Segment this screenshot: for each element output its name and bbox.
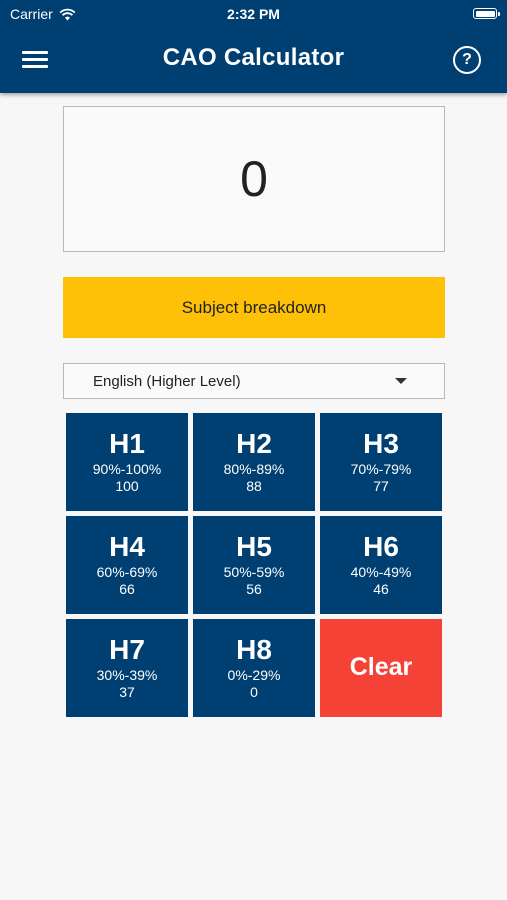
battery-icon [473, 8, 500, 19]
score-display: 0 [63, 106, 445, 252]
subject-breakdown-label: Subject breakdown [181, 297, 327, 317]
grade-points: 0 [250, 684, 258, 700]
score-value: 0 [240, 151, 268, 207]
subject-breakdown-button[interactable]: Subject breakdown [63, 277, 445, 338]
clear-button[interactable]: Clear [320, 619, 442, 717]
grade-button-h8[interactable]: H8 0%-29% 0 [193, 619, 315, 717]
grade-label: H4 [109, 531, 145, 562]
grade-range: 60%-69% [96, 564, 158, 580]
clear-label: Clear [349, 653, 413, 681]
page-title: CAO Calculator [162, 44, 345, 71]
status-time: 2:32 PM [227, 6, 280, 22]
grade-range: 80%-89% [223, 461, 285, 477]
grade-label: H5 [236, 531, 272, 562]
grade-range: 70%-79% [350, 461, 412, 477]
subject-dropdown[interactable]: English (Higher Level) [63, 363, 445, 399]
grade-label: H7 [109, 634, 145, 665]
grade-button-h4[interactable]: H4 60%-69% 66 [66, 516, 188, 614]
grade-button-h2[interactable]: H2 80%-89% 88 [193, 413, 315, 511]
grade-range: 30%-39% [96, 667, 158, 683]
grade-range: 90%-100% [92, 461, 162, 477]
grade-label: H1 [109, 428, 145, 459]
grade-points: 46 [373, 581, 389, 597]
help-button[interactable]: ? [453, 46, 481, 74]
help-circle-icon: ? [462, 51, 472, 68]
app-bar: Carrier 2:32 PM CAO Calculator ? [0, 0, 507, 93]
grade-points: 88 [246, 478, 262, 494]
grade-points: 100 [115, 478, 139, 494]
grade-range: 0%-29% [227, 667, 281, 683]
grade-points: 37 [119, 684, 135, 700]
status-bar: Carrier 2:32 PM [0, 0, 507, 28]
grade-button-h3[interactable]: H3 70%-79% 77 [320, 413, 442, 511]
grade-label: H3 [363, 428, 399, 459]
grade-grid: H1 90%-100% 100 H2 80%-89% 88 H3 70%-79%… [66, 413, 442, 717]
grade-points: 56 [246, 581, 262, 597]
grade-label: H6 [363, 531, 399, 562]
grade-points: 66 [119, 581, 135, 597]
grade-button-h7[interactable]: H7 30%-39% 37 [66, 619, 188, 717]
grade-label: H8 [236, 634, 272, 665]
subject-dropdown-value: English (Higher Level) [93, 373, 241, 390]
dropdown-caret-icon [395, 378, 407, 384]
grade-range: 40%-49% [350, 564, 412, 580]
grade-label: H2 [236, 428, 272, 459]
grade-range: 50%-59% [223, 564, 285, 580]
grade-button-h1[interactable]: H1 90%-100% 100 [66, 413, 188, 511]
grade-button-h6[interactable]: H6 40%-49% 46 [320, 516, 442, 614]
grade-button-h5[interactable]: H5 50%-59% 56 [193, 516, 315, 614]
grade-points: 77 [373, 478, 389, 494]
